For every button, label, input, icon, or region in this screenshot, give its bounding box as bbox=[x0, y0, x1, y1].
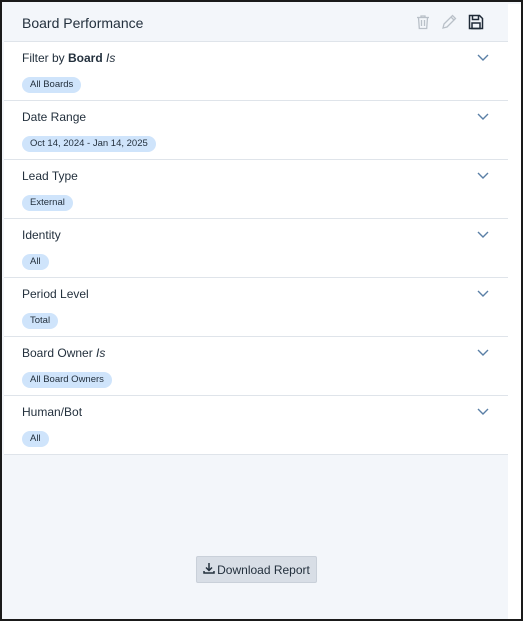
filter-label: Lead Type bbox=[22, 169, 78, 183]
scrollbar-gutter[interactable] bbox=[508, 4, 521, 619]
pencil-icon[interactable] bbox=[439, 12, 459, 32]
save-icon[interactable] bbox=[466, 12, 486, 32]
download-report-button[interactable]: Download Report bbox=[196, 556, 317, 583]
filter-label: Identity bbox=[22, 228, 61, 242]
filter-period-level[interactable]: Period Level Total bbox=[4, 278, 508, 337]
report-panel: Board Performance Filter by Board Is All… bbox=[4, 4, 508, 619]
filter-identity[interactable]: Identity All bbox=[4, 219, 508, 278]
filter-value-chip[interactable]: All Boards bbox=[22, 77, 82, 93]
filter-label: Human/Bot bbox=[22, 405, 83, 419]
chevron-down-icon[interactable] bbox=[476, 404, 490, 418]
window-frame: Board Performance Filter by Board Is All… bbox=[0, 0, 523, 621]
chevron-down-icon[interactable] bbox=[476, 109, 490, 123]
filter-value-chip[interactable]: Total bbox=[22, 313, 59, 329]
filter-value-chip[interactable]: Oct 14, 2024 - Jan 14, 2025 bbox=[22, 136, 156, 152]
filter-label: Date Range bbox=[22, 110, 87, 124]
chevron-down-icon[interactable] bbox=[476, 345, 490, 359]
trash-icon[interactable] bbox=[413, 12, 433, 32]
filter-board-owner[interactable]: Board Owner Is All Board Owners bbox=[4, 337, 508, 396]
chevron-down-icon[interactable] bbox=[476, 50, 490, 64]
download-report-label: Download Report bbox=[217, 562, 310, 577]
filter-value-chip[interactable]: All Board Owners bbox=[22, 372, 112, 388]
panel-title: Board Performance bbox=[22, 15, 144, 31]
download-icon bbox=[203, 562, 215, 577]
filter-board[interactable]: Filter by Board Is All Boards bbox=[4, 42, 508, 101]
filter-label: Period Level bbox=[22, 287, 89, 301]
panel-header: Board Performance bbox=[4, 4, 508, 42]
filter-human-bot[interactable]: Human/Bot All bbox=[4, 396, 508, 455]
filter-value-chip[interactable]: External bbox=[22, 195, 73, 211]
filter-label: Board Owner Is bbox=[22, 346, 106, 360]
chevron-down-icon[interactable] bbox=[476, 286, 490, 300]
filter-value-chip[interactable]: All bbox=[22, 254, 49, 270]
filter-date-range[interactable]: Date Range Oct 14, 2024 - Jan 14, 2025 bbox=[4, 101, 508, 160]
filter-value-chip[interactable]: All bbox=[22, 431, 49, 447]
filter-lead-type[interactable]: Lead Type External bbox=[4, 160, 508, 219]
chevron-down-icon[interactable] bbox=[476, 168, 490, 182]
chevron-down-icon[interactable] bbox=[476, 227, 490, 241]
filter-label: Filter by Board Is bbox=[22, 51, 116, 65]
